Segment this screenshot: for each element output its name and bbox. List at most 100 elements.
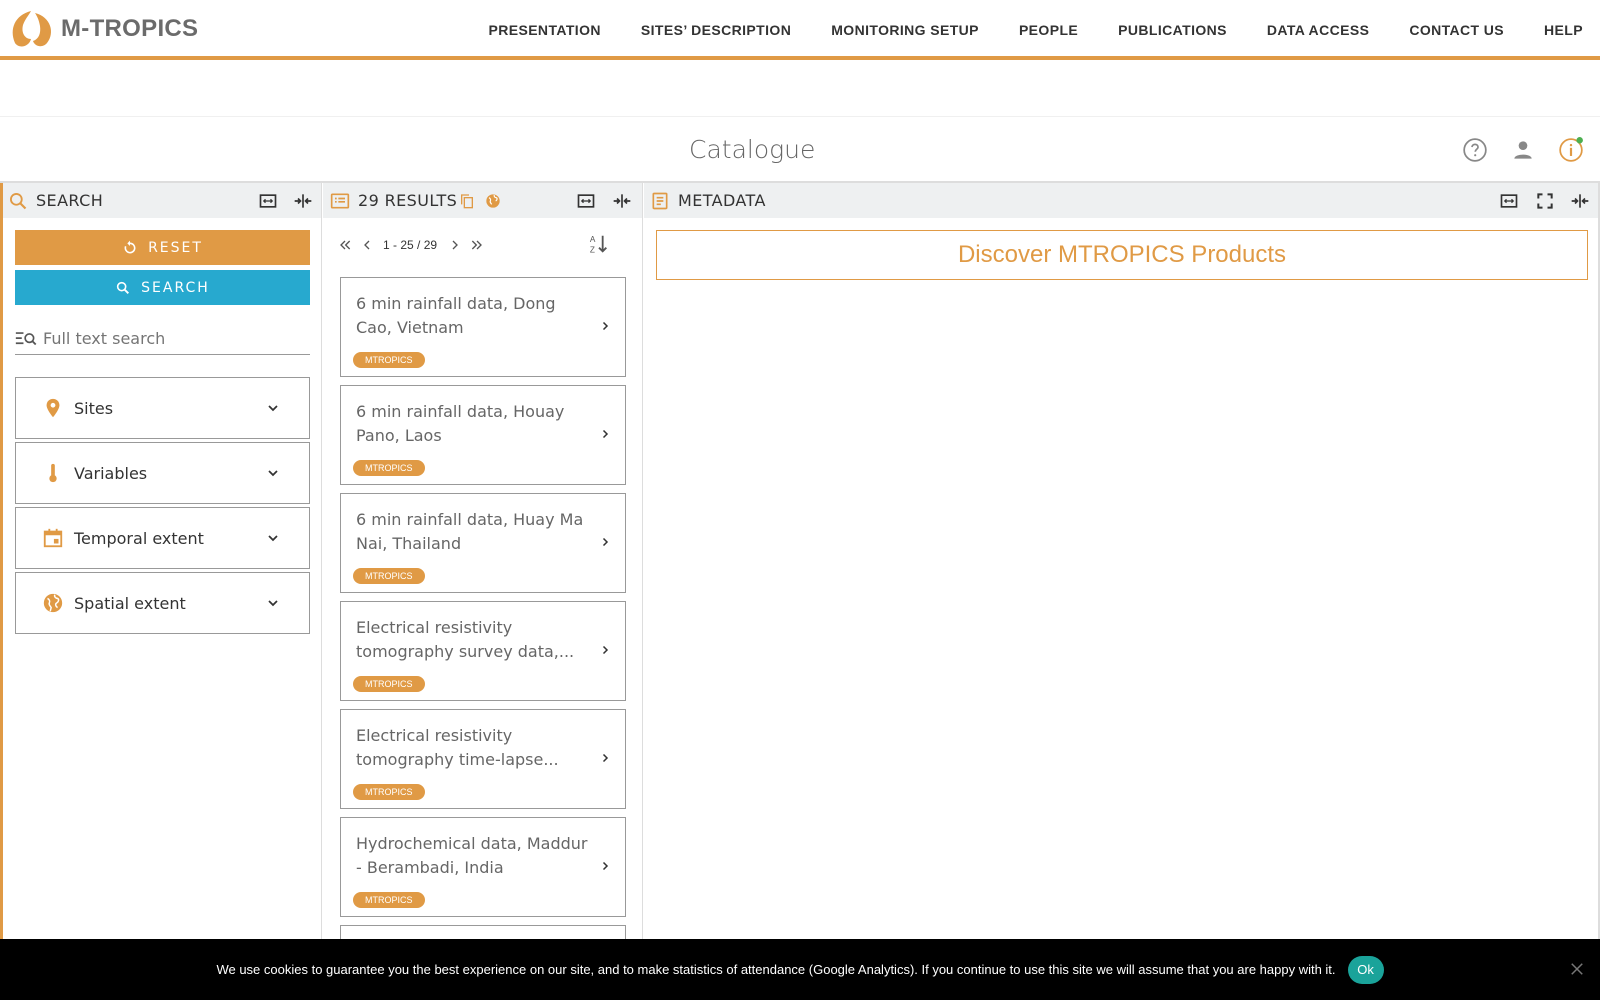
pagination-range: 1 - 25 / 29: [383, 238, 438, 252]
result-card-badge: MTROPICS: [353, 460, 425, 476]
discover-products-banner: Discover MTROPICS Products: [656, 230, 1588, 280]
metadata-panel-title: METADATA: [678, 191, 766, 210]
leaf-logo-icon: [12, 11, 51, 47]
chevron-right-icon: [602, 537, 609, 547]
catalogue-header: Catalogue: [0, 116, 1600, 182]
nav-data-access[interactable]: DATA ACCESS: [1267, 22, 1369, 38]
result-card-title: Hydrochemical data, Maddur - Berambadi, …: [356, 834, 588, 877]
reset-icon: [124, 240, 136, 253]
facet-variables[interactable]: Variables: [15, 442, 310, 504]
main-nav: PRESENTATION SITES’ DESCRIPTION MONITORI…: [468, 0, 1600, 60]
result-card-badge: MTROPICS: [353, 568, 425, 584]
user-icon[interactable]: [1510, 137, 1536, 163]
metadata-panel-header: METADATA: [644, 183, 1598, 218]
chevron-down-icon: [268, 535, 278, 542]
document-icon: [652, 192, 668, 209]
site-logo[interactable]: M-TROPICS: [7, 9, 198, 49]
chevron-right-icon: [602, 753, 609, 763]
result-card-title: 6 min rainfall data, Houay Pano, Laos: [356, 402, 565, 445]
search-button-label: SEARCH: [141, 279, 210, 296]
fulltext-search-field: [15, 323, 310, 355]
nav-monitoring-setup[interactable]: MONITORING SETUP: [831, 22, 979, 38]
last-page-icon[interactable]: [469, 237, 485, 253]
result-card[interactable]: 6 min rainfall data, Dong Cao, Vietnam M…: [340, 277, 626, 377]
close-icon[interactable]: [1568, 960, 1586, 978]
previous-page-icon[interactable]: [359, 237, 375, 253]
calendar-icon: [43, 528, 63, 548]
nav-presentation[interactable]: PRESENTATION: [488, 22, 600, 38]
chevron-right-icon: [602, 429, 609, 439]
search-panel: SEARCH RESET SEARCH Full text search Sit…: [0, 183, 322, 943]
result-card-title: Electrical resistivity tomography survey…: [356, 618, 575, 661]
facet-variables-label: Variables: [74, 463, 148, 483]
collapse-panel-icon[interactable]: [612, 191, 632, 211]
copy-icon[interactable]: [459, 193, 475, 209]
sort-icon[interactable]: A Z: [588, 233, 610, 255]
cookie-message: We use cookies to guarantee you the best…: [216, 962, 1336, 977]
chevron-right-icon: [602, 861, 609, 871]
cookie-banner: We use cookies to guarantee you the best…: [0, 939, 1600, 1000]
page-title: Catalogue: [689, 135, 816, 164]
site-name: M-TROPICS: [61, 15, 199, 42]
compress-panel-icon[interactable]: [1499, 191, 1519, 211]
results-count: 29 RESULTS: [358, 191, 458, 210]
search-panel-title: SEARCH: [36, 191, 104, 210]
facet-sites[interactable]: Sites: [15, 377, 310, 439]
facet-spatial-extent[interactable]: Spatial extent: [15, 572, 310, 634]
search-button[interactable]: SEARCH: [15, 270, 310, 305]
reset-button[interactable]: RESET: [15, 230, 310, 265]
result-card-badge: MTROPICS: [353, 784, 425, 800]
results-panel: 29 RESULTS 1 - 25 / 29 A Z 6 min rainfal…: [323, 183, 643, 965]
cookie-ok-button[interactable]: Ok: [1347, 955, 1384, 984]
compress-panel-icon[interactable]: [258, 191, 278, 211]
text-search-icon: [15, 331, 37, 345]
map-pin-icon: [46, 398, 60, 418]
chevron-down-icon: [268, 405, 278, 412]
info-icon[interactable]: [1558, 137, 1584, 163]
first-page-icon[interactable]: [337, 237, 353, 253]
nav-people[interactable]: PEOPLE: [1019, 22, 1078, 38]
nav-sites-description[interactable]: SITES’ DESCRIPTION: [641, 22, 791, 38]
result-card-badge: MTROPICS: [353, 352, 425, 368]
chevron-right-icon: [602, 645, 609, 655]
results-panel-header: 29 RESULTS: [323, 183, 642, 218]
collapse-panel-icon[interactable]: [293, 191, 313, 211]
chevron-down-icon: [268, 600, 278, 607]
next-page-icon[interactable]: [447, 237, 463, 253]
chevron-right-icon: [602, 321, 609, 331]
reset-button-label: RESET: [148, 239, 203, 256]
result-card[interactable]: Hydrochemical data, Maddur - Berambadi, …: [340, 817, 626, 917]
result-card-badge: MTROPICS: [353, 892, 425, 908]
result-card[interactable]: 6 min rainfall data, Houay Pano, Laos MT…: [340, 385, 626, 485]
help-icon[interactable]: [1462, 137, 1488, 163]
result-card-title: 6 min rainfall data, Dong Cao, Vietnam: [356, 294, 556, 337]
nav-publications[interactable]: PUBLICATIONS: [1118, 22, 1227, 38]
globe-icon: [43, 593, 63, 613]
collapse-panel-icon[interactable]: [1570, 191, 1590, 211]
search-panel-header: SEARCH: [3, 183, 321, 218]
result-card[interactable]: 6 min rainfall data, Huay Ma Nai, Thaila…: [340, 493, 626, 593]
facet-spatial-extent-label: Spatial extent: [74, 593, 186, 613]
nav-contact-us[interactable]: CONTACT US: [1409, 22, 1504, 38]
metadata-panel: METADATA Discover MTROPICS Products: [644, 183, 1600, 943]
search-icon: [10, 192, 27, 209]
top-navigation-bar: M-TROPICS PRESENTATION SITES’ DESCRIPTIO…: [0, 0, 1600, 60]
result-card-title: 6 min rainfall data, Huay Ma Nai, Thaila…: [356, 510, 584, 553]
chevron-down-icon: [268, 470, 278, 477]
facet-temporal-extent[interactable]: Temporal extent: [15, 507, 310, 569]
result-card-title: Electrical resistivity tomography time-l…: [356, 726, 559, 769]
thermometer-icon: [49, 463, 57, 483]
result-card[interactable]: Electrical resistivity tomography time-l…: [340, 709, 626, 809]
nav-help[interactable]: HELP: [1544, 22, 1583, 38]
fullscreen-icon[interactable]: [1535, 191, 1555, 211]
result-card[interactable]: Electrical resistivity tomography survey…: [340, 601, 626, 701]
result-card-badge: MTROPICS: [353, 676, 425, 692]
fulltext-search-input[interactable]: [43, 329, 293, 348]
svg-text:A: A: [590, 235, 596, 244]
results-list-icon: [330, 193, 350, 208]
globe-icon[interactable]: [485, 193, 501, 209]
facet-sites-label: Sites: [74, 398, 114, 418]
svg-text:Z: Z: [590, 245, 595, 254]
compress-panel-icon[interactable]: [576, 191, 596, 211]
catalogue-panels: SEARCH RESET SEARCH Full text search Sit…: [0, 181, 1600, 965]
